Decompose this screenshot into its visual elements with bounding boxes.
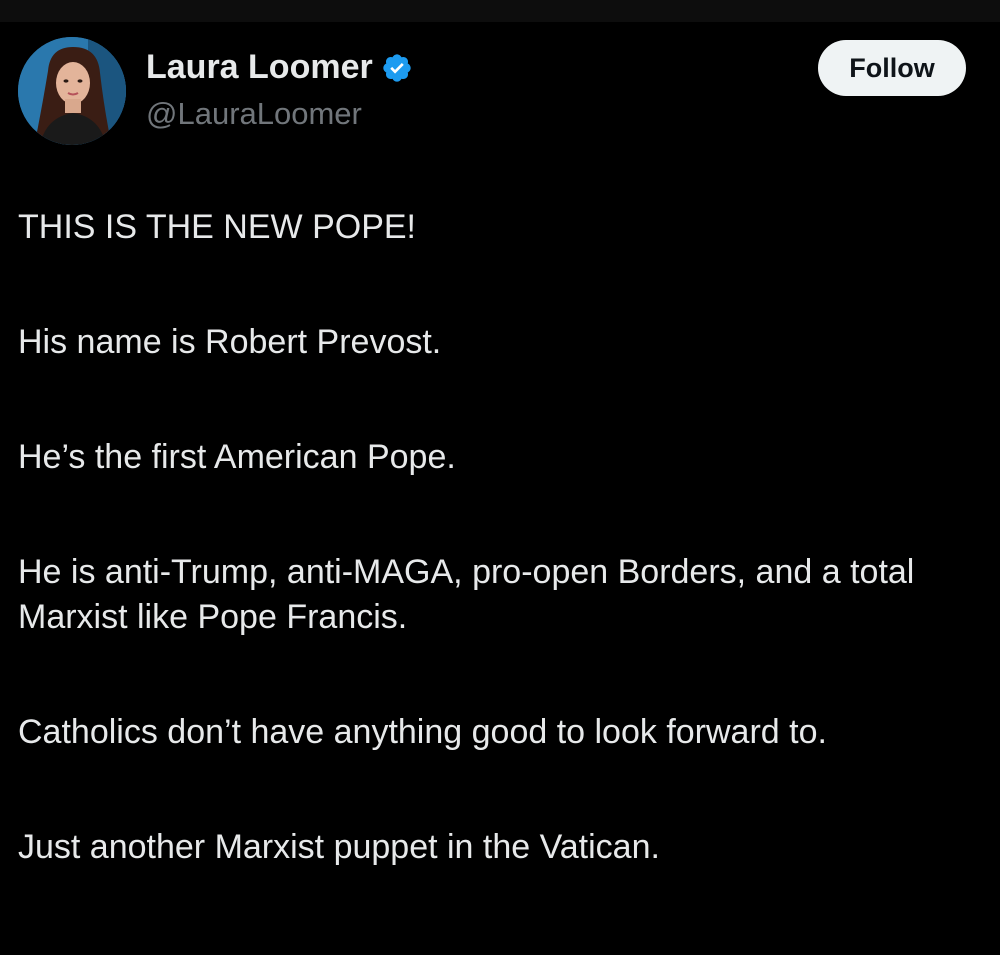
post-paragraph: Just another Marxist puppet in the Vatic… [18, 828, 660, 866]
author-name[interactable]: Laura Loomer [146, 48, 413, 87]
post-paragraph: He is anti-Trump, anti-MAGA, pro-open Bo… [18, 553, 915, 636]
post-paragraph: He’s the first American Pope. [18, 438, 456, 476]
post-paragraph: THIS IS THE NEW POPE! [18, 208, 416, 246]
post-paragraph: Catholics don’t have anything good to lo… [18, 713, 827, 751]
author-name-text[interactable]: Laura Loomer [146, 48, 373, 87]
verified-badge-icon [381, 52, 413, 84]
post-paragraph: His name is Robert Prevost. [18, 323, 442, 361]
post-body: THIS IS THE NEW POPE! His name is Robert… [18, 205, 978, 870]
post-card: Laura Loomer @LauraLoomer Follow THIS IS… [0, 0, 1000, 955]
avatar-photo [18, 37, 126, 145]
author-handle[interactable]: @LauraLoomer [146, 96, 362, 132]
follow-button[interactable]: Follow [818, 40, 966, 96]
avatar[interactable] [18, 37, 126, 145]
